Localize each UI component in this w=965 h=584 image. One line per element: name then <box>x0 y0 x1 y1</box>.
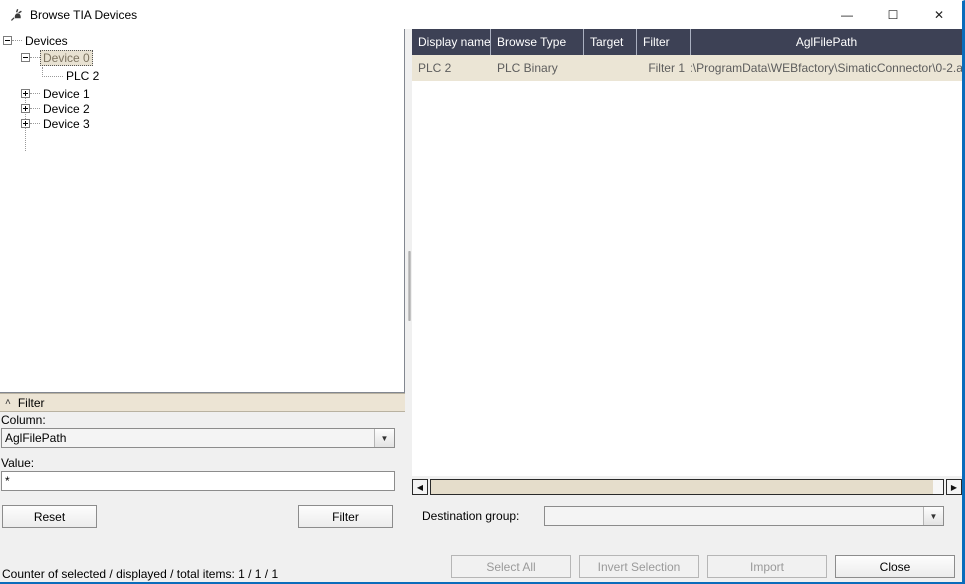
tree-line <box>42 66 63 77</box>
minimize-icon[interactable]: — <box>824 1 870 29</box>
cell-display-name: PLC 2 <box>418 61 452 75</box>
cell-target <box>584 55 637 81</box>
destination-group-label: Destination group: <box>422 509 520 523</box>
left-pane: Devices Device 0 PLC 2 Device 1 Device 2… <box>0 29 406 582</box>
scroll-left-icon[interactable]: ◀ <box>412 479 428 495</box>
value-label: Value: <box>1 456 35 470</box>
tree-node-label: Device 2 <box>43 101 90 116</box>
tree-line <box>30 56 40 59</box>
tree-node-device-3[interactable]: Device 3 <box>21 115 93 132</box>
column-label: Column: <box>1 413 46 427</box>
maximize-icon[interactable]: ☐ <box>870 1 916 29</box>
tree-line <box>30 122 40 125</box>
tree-node-label: Device 1 <box>43 86 90 101</box>
filter-button[interactable]: Filter <box>298 505 393 528</box>
column-header-target[interactable]: Target <box>584 29 637 55</box>
table-horizontal-scrollbar[interactable]: ◀ ▶ <box>412 477 962 497</box>
right-pane: Display name Browse Type Target Filter A… <box>412 29 962 582</box>
scrollbar-track[interactable] <box>430 479 944 495</box>
close-button[interactable]: Close <box>835 555 955 578</box>
tree-node-plc-2[interactable]: PLC 2 <box>38 66 102 84</box>
chevron-down-icon[interactable]: ▼ <box>374 429 394 447</box>
expand-icon[interactable] <box>21 104 30 113</box>
window-controls: — ☐ ✕ <box>824 1 962 29</box>
column-header-browse-type[interactable]: Browse Type <box>491 29 584 55</box>
cell-browse-type: PLC Binary <box>497 61 558 75</box>
tree-node-label: PLC 2 <box>66 68 100 83</box>
item-counter-status: Counter of selected / displayed / total … <box>2 567 279 581</box>
window-title: Browse TIA Devices <box>30 8 138 22</box>
tree-node-device-0[interactable]: Device 0 <box>21 49 93 66</box>
scroll-right-icon[interactable]: ▶ <box>946 479 962 495</box>
filter-column-select[interactable]: AglFilePath ▼ <box>1 428 395 448</box>
filter-section-label: Filter <box>17 395 45 410</box>
expand-icon[interactable] <box>21 119 30 128</box>
chevron-down-icon[interactable]: ▼ <box>923 507 943 525</box>
filter-column-value: AglFilePath <box>5 431 67 445</box>
tree-line <box>12 39 22 42</box>
device-tree[interactable]: Devices Device 0 PLC 2 Device 1 Device 2… <box>0 29 405 393</box>
column-header-agl-file-path[interactable]: AglFilePath <box>691 29 962 55</box>
reset-button[interactable]: Reset <box>2 505 97 528</box>
destination-group-row: Destination group: ▼ <box>412 504 962 528</box>
filter-panel: Column: AglFilePath ▼ Value: * Reset Fil… <box>0 413 405 555</box>
tree-node-label: Devices <box>25 33 68 48</box>
action-button-bar: Select All Invert Selection Import Close <box>412 555 962 579</box>
destination-group-select[interactable]: ▼ <box>544 506 944 526</box>
invert-selection-button[interactable]: Invert Selection <box>579 555 699 578</box>
scrollbar-thumb[interactable] <box>431 480 933 494</box>
table-header-row: Display name Browse Type Target Filter A… <box>412 29 962 55</box>
devices-table[interactable]: Display name Browse Type Target Filter A… <box>412 29 962 476</box>
chevron-up-icon[interactable]: ˄ <box>5 397 11 408</box>
cell-filter: Filter 1 <box>648 61 685 75</box>
collapse-icon[interactable] <box>21 53 30 62</box>
tree-node-label: Device 0 <box>40 49 93 66</box>
filter-section-header[interactable]: ˄ Filter <box>0 393 405 412</box>
import-button[interactable]: Import <box>707 555 827 578</box>
plug-connector-icon <box>4 1 26 29</box>
splitter-grip[interactable] <box>408 251 411 321</box>
close-icon[interactable]: ✕ <box>916 1 962 29</box>
filter-value-input[interactable]: * <box>1 471 395 491</box>
tree-line <box>30 92 40 95</box>
tree-node-devices[interactable]: Devices <box>3 32 71 49</box>
cell-agl-file-path: C:\ProgramData\WEBfactory\SimaticConnect… <box>691 61 962 75</box>
table-row[interactable]: PLC 2 PLC Binary Filter 1 C:\ProgramData… <box>412 55 962 81</box>
title-bar[interactable]: Browse TIA Devices — ☐ ✕ <box>0 1 962 29</box>
column-header-filter[interactable]: Filter <box>637 29 691 55</box>
collapse-icon[interactable] <box>3 36 12 45</box>
browse-tia-devices-window: Browse TIA Devices — ☐ ✕ Devices Device … <box>0 0 965 584</box>
select-all-button[interactable]: Select All <box>451 555 571 578</box>
column-header-display-name[interactable]: Display name <box>412 29 491 55</box>
tree-node-label: Device 3 <box>43 116 90 131</box>
expand-icon[interactable] <box>21 89 30 98</box>
tree-line <box>30 107 40 110</box>
